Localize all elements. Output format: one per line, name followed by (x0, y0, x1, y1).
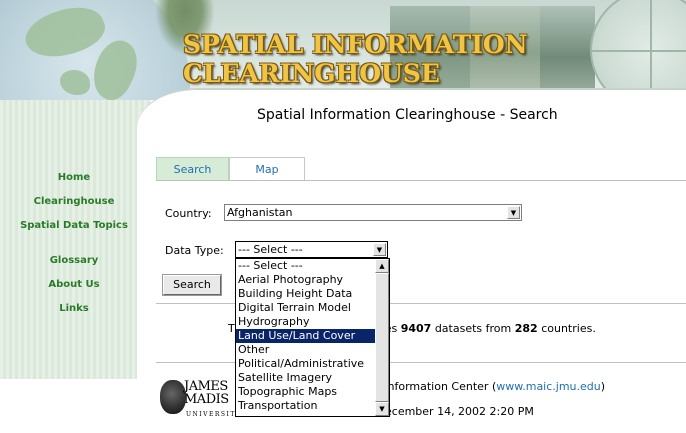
dropdown-option[interactable]: Political/Administrative (236, 357, 376, 371)
dataset-count: 9407 (400, 322, 432, 335)
stats-text: datasets from (431, 322, 515, 335)
dropdown-option[interactable]: Digital Terrain Model (236, 301, 376, 315)
data-type-label: Data Type: (165, 244, 224, 257)
maic-link[interactable]: www.maic.jmu.edu (496, 380, 601, 393)
site-title: SPATIAL INFORMATION CLEARINGHOUSE (183, 30, 528, 88)
dropdown-option[interactable]: Aerial Photography (236, 273, 376, 287)
dropdown-option[interactable]: Building Height Data (236, 287, 376, 301)
chevron-down-icon[interactable]: ▼ (507, 206, 520, 219)
data-type-dropdown-list[interactable]: --- Select --- Aerial Photography Buildi… (235, 258, 390, 417)
tab-map[interactable]: Map (229, 157, 305, 181)
content-panel (137, 88, 686, 388)
sidebar-item-links[interactable]: Links (0, 303, 148, 314)
stats-prefix: T (228, 322, 235, 335)
sidebar-item-clearinghouse[interactable]: Clearinghouse (0, 196, 148, 207)
logo-wordmark: JAMES MADIS (184, 379, 229, 407)
sidebar-item-home[interactable]: Home (0, 172, 148, 183)
country-select[interactable]: Afghanistan ▼ (224, 204, 522, 221)
scroll-up-icon[interactable]: ▲ (375, 259, 389, 273)
logo-subtitle: UNIVERSITY (186, 411, 242, 418)
header-banner: SPATIAL INFORMATION CLEARINGHOUSE (0, 0, 686, 100)
dropdown-option[interactable]: Transportation (236, 399, 376, 413)
university-seal-icon (160, 380, 186, 414)
country-count: 282 (514, 322, 538, 335)
sidebar-footer-space (0, 379, 140, 433)
left-sidebar (0, 100, 150, 380)
tab-search[interactable]: Search (156, 157, 229, 181)
dropdown-option[interactable]: Topographic Maps (236, 385, 376, 399)
dropdown-option[interactable]: --- Select --- (236, 259, 376, 273)
data-type-select[interactable]: --- Select --- ▼ (235, 241, 388, 258)
scrollbar-thumb[interactable] (375, 273, 389, 402)
country-label: Country: (165, 207, 212, 220)
dropdown-option-highlighted[interactable]: Land Use/Land Cover (236, 329, 376, 343)
scroll-down-icon[interactable]: ▼ (375, 402, 389, 416)
chevron-down-icon[interactable]: ▼ (373, 243, 386, 256)
dropdown-scrollbar[interactable]: ▲ ▼ (375, 259, 389, 416)
divider (156, 180, 686, 181)
page-title: Spatial Information Clearinghouse - Sear… (257, 107, 558, 123)
sidebar-item-about-us[interactable]: About Us (0, 279, 148, 290)
sidebar-item-glossary[interactable]: Glossary (0, 255, 148, 266)
sidebar-item-spatial-data-topics[interactable]: Spatial Data Topics (0, 220, 148, 231)
country-select-value: Afghanistan (227, 206, 293, 219)
search-button[interactable]: Search (162, 274, 222, 296)
stats-text: countries. (537, 322, 596, 335)
data-type-select-value: --- Select --- (238, 243, 303, 256)
dropdown-option[interactable]: Satellite Imagery (236, 371, 376, 385)
dropdown-option[interactable]: Hydrography (236, 315, 376, 329)
dropdown-option[interactable]: Other (236, 343, 376, 357)
